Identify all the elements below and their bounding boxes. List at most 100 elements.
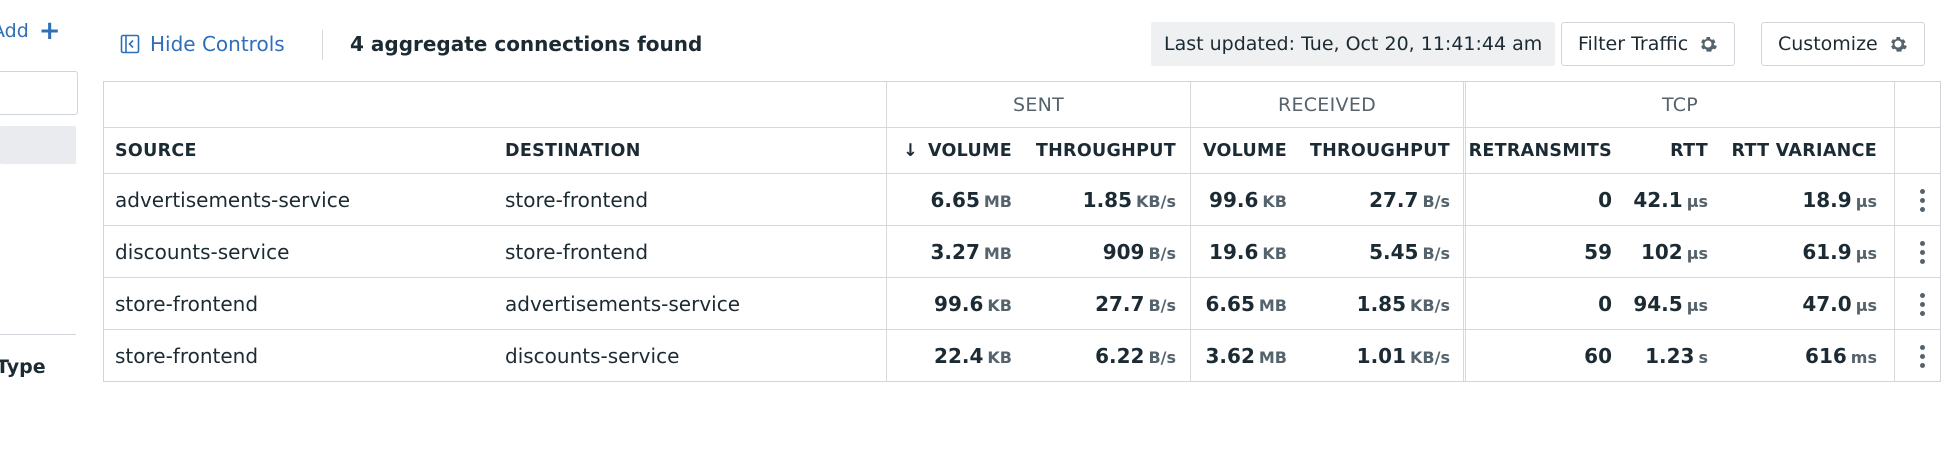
- sidebar: Add + Type: [0, 0, 78, 456]
- rtt-variance-value: 616: [1805, 344, 1847, 368]
- customize-button[interactable]: Customize: [1761, 22, 1925, 66]
- cell-sent-throughput: 6.22 B/s: [1095, 330, 1176, 382]
- sent-throughput-unit: KB/s: [1136, 192, 1176, 211]
- cell-rtt-variance: 61.9 µs: [1802, 226, 1877, 278]
- rtt-value: 1.23: [1645, 344, 1695, 368]
- rtt-unit: µs: [1686, 296, 1708, 315]
- sidebar-divider: [0, 334, 76, 335]
- sent-throughput-value: 909: [1102, 240, 1145, 264]
- col-recv-volume[interactable]: VOLUME: [1203, 128, 1287, 174]
- column-group-header: SENT RECEIVED TCP: [104, 82, 1940, 128]
- connections-count: 4 aggregate connections found: [350, 32, 703, 56]
- group-sent: SENT: [1012, 94, 1065, 116]
- cell-destination: advertisements-service: [505, 292, 741, 316]
- cell-destination: store-frontend: [505, 240, 649, 264]
- cell-recv-throughput: 27.7 B/s: [1369, 174, 1450, 226]
- add-button[interactable]: Add +: [0, 18, 61, 44]
- cell-sent-volume: 22.4 KB: [934, 330, 1012, 382]
- cell-rtt: 42.1 µs: [1633, 174, 1708, 226]
- toolbar-divider: [322, 30, 323, 60]
- col-sent-throughput[interactable]: THROUGHPUT: [1036, 128, 1176, 174]
- col-sent-volume[interactable]: ↓ VOLUME: [903, 128, 1012, 174]
- table-row[interactable]: store-frontend advertisements-service 99.6…: [104, 278, 1940, 330]
- col-source[interactable]: SOURCE: [115, 128, 197, 174]
- recv-throughput-value: 5.45: [1369, 240, 1419, 264]
- cell-sent-volume: 3.27 MB: [931, 226, 1012, 278]
- rtt-value: 94.5: [1633, 292, 1683, 316]
- sent-throughput-value: 6.22: [1095, 344, 1145, 368]
- last-updated-timestamp: Last updated: Tue, Oct 20, 11:41:44 am: [1151, 22, 1556, 66]
- sent-volume-value: 3.27: [930, 240, 980, 264]
- table-header: SOURCE DESTINATION ↓ VOLUME THROUGHPUT VOLUME…: [104, 128, 1940, 174]
- rtt-variance-value: 61.9: [1802, 240, 1852, 264]
- table-row[interactable]: store-frontend discounts-service 22.4 KB 6.2…: [104, 330, 1940, 382]
- connections-table: SENT RECEIVED TCP SOURCE DESTINATION ↓ VOLU…: [103, 81, 1941, 382]
- cell-sent-throughput: 909 B/s: [1103, 226, 1176, 278]
- hide-controls-button[interactable]: Hide Controls: [120, 32, 285, 56]
- row-actions-kebab-icon[interactable]: [1895, 174, 1944, 226]
- sent-volume-unit: KB: [987, 296, 1012, 315]
- sent-throughput-unit: B/s: [1148, 348, 1176, 367]
- row-actions-kebab-icon[interactable]: [1895, 330, 1944, 382]
- row-actions-kebab-icon[interactable]: [1895, 278, 1944, 330]
- recv-throughput-unit: B/s: [1422, 244, 1450, 263]
- col-rtt-variance[interactable]: RTT VARIANCE: [1731, 128, 1877, 174]
- cell-rtt-variance: 616 ms: [1805, 330, 1877, 382]
- cell-sent-volume: 6.65 MB: [931, 174, 1012, 226]
- cell-recv-throughput: 1.01 KB/s: [1357, 330, 1450, 382]
- cell-recv-volume: 99.6 KB: [1209, 174, 1287, 226]
- group-tcp: TCP: [1661, 94, 1699, 116]
- col-recv-volume-label: VOLUME: [1202, 141, 1287, 161]
- col-destination[interactable]: DESTINATION: [505, 128, 641, 174]
- rtt-value: 102: [1640, 240, 1683, 264]
- recv-volume-unit: MB: [1258, 348, 1287, 367]
- sent-volume-unit: MB: [983, 244, 1012, 263]
- recv-throughput-unit: KB/s: [1410, 348, 1450, 367]
- row-actions-kebab-icon[interactable]: [1895, 226, 1944, 278]
- sent-throughput-value: 1.85: [1082, 188, 1133, 212]
- table-row[interactable]: discounts-service store-frontend 3.27 MB 909…: [104, 226, 1940, 278]
- col-rtt-variance-label: RTT VARIANCE: [1731, 141, 1877, 161]
- recv-volume-value: 19.6: [1209, 240, 1259, 264]
- cell-recv-volume: 19.6 KB: [1209, 226, 1287, 278]
- cell-destination: store-frontend: [505, 188, 649, 212]
- cell-rtt: 1.23 s: [1645, 330, 1708, 382]
- cell-rtt: 102 µs: [1641, 226, 1708, 278]
- recv-throughput-unit: B/s: [1422, 192, 1450, 211]
- cell-rtt-variance: 18.9 µs: [1802, 174, 1877, 226]
- sent-volume-value: 6.65: [930, 188, 980, 212]
- group-received: RECEIVED: [1277, 94, 1377, 116]
- filter-traffic-button[interactable]: Filter Traffic: [1561, 22, 1736, 66]
- rtt-variance-unit: µs: [1855, 192, 1877, 211]
- gear-icon: [1701, 37, 1718, 52]
- cell-rtt-variance: 47.0 µs: [1802, 278, 1877, 330]
- sent-throughput-unit: B/s: [1148, 244, 1176, 263]
- col-retransmits-label: RETRANSMITS: [1468, 141, 1612, 161]
- customize-label: Customize: [1778, 33, 1878, 55]
- table-row[interactable]: advertisements-service store-frontend 6.65…: [104, 174, 1940, 226]
- recv-volume-unit: MB: [1258, 296, 1287, 315]
- recv-volume-unit: KB: [1262, 192, 1287, 211]
- sent-volume-value: 22.4: [934, 344, 984, 368]
- cell-sent-volume: 99.6 KB: [934, 278, 1012, 330]
- cell-recv-throughput: 5.45 B/s: [1369, 226, 1450, 278]
- rtt-unit: µs: [1686, 244, 1708, 263]
- col-recv-throughput[interactable]: THROUGHPUT: [1310, 128, 1450, 174]
- sidebar-search-input[interactable]: [0, 71, 78, 115]
- rtt-value: 42.1: [1633, 188, 1683, 212]
- sidebar-selected-item[interactable]: [0, 126, 76, 164]
- cell-source: store-frontend: [115, 292, 259, 316]
- cell-source: discounts-service: [115, 240, 290, 264]
- recv-volume-value: 99.6: [1209, 188, 1259, 212]
- recv-throughput-unit: KB/s: [1410, 296, 1450, 315]
- col-retransmits[interactable]: RETRANSMITS: [1469, 128, 1612, 174]
- cell-retransmits: 59: [1584, 226, 1612, 278]
- retransmits-value: 0: [1598, 292, 1612, 316]
- rtt-variance-value: 47.0: [1802, 292, 1852, 316]
- col-rtt[interactable]: RTT: [1670, 128, 1708, 174]
- retransmits-value: 59: [1584, 240, 1612, 264]
- cell-source: store-frontend: [115, 344, 259, 368]
- sort-arrow-icon: ↓: [903, 141, 918, 161]
- sent-throughput-value: 27.7: [1095, 292, 1145, 316]
- cell-rtt: 94.5 µs: [1633, 278, 1708, 330]
